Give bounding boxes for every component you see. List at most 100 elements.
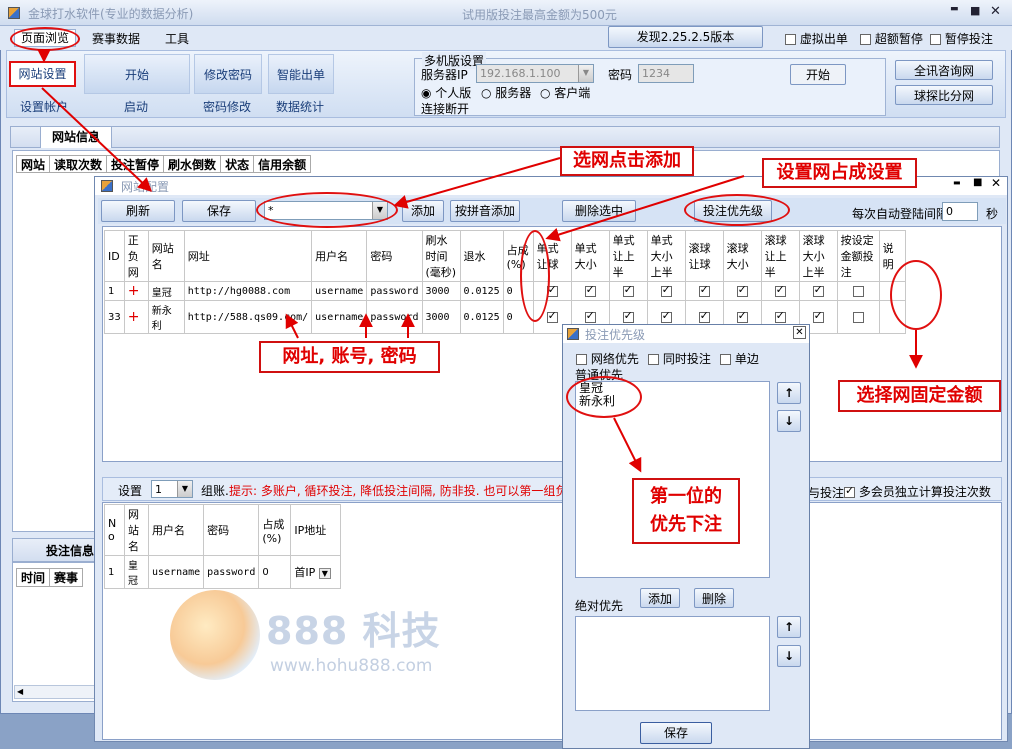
grid-col-header[interactable]: ID bbox=[104, 230, 125, 282]
pause-bet-check[interactable]: 暂停投注 bbox=[930, 30, 993, 47]
grid-cell-name[interactable]: 皇冠 bbox=[147, 281, 185, 301]
minimize-icon[interactable]: ▬ bbox=[950, 4, 959, 14]
sub-grid-col-header[interactable]: No bbox=[104, 504, 125, 556]
tab-tools[interactable]: 工具 bbox=[165, 30, 189, 47]
checkbox-icon[interactable] bbox=[546, 309, 558, 323]
grid-cell-url[interactable]: http://hg0088.com bbox=[183, 281, 313, 301]
start-button[interactable]: 开始 bbox=[84, 54, 190, 94]
grid-col-header[interactable]: 用户名 bbox=[311, 230, 368, 282]
grid-cell-rebate[interactable]: 0.0125 bbox=[459, 300, 504, 334]
site-info-tab[interactable]: 网站信息 bbox=[40, 126, 112, 148]
checkbox-icon[interactable] bbox=[660, 283, 672, 297]
qiutan-button[interactable]: 球探比分网 bbox=[895, 85, 993, 105]
checkbox-icon[interactable] bbox=[698, 283, 710, 297]
checkbox-icon[interactable] bbox=[852, 312, 864, 323]
grid-col-header[interactable]: 密码 bbox=[366, 230, 423, 282]
grid-col-header[interactable]: 滚球让上半 bbox=[760, 230, 800, 282]
abs-priority-list[interactable] bbox=[575, 616, 770, 711]
grid-cell-name[interactable]: 新永利 bbox=[147, 300, 185, 334]
independent-count-check[interactable]: 多会员独立计算投注次数 bbox=[844, 483, 991, 500]
checkbox-icon[interactable] bbox=[774, 309, 786, 323]
grid-col-header[interactable]: 单式大小上半 bbox=[646, 230, 686, 282]
grid-col-header[interactable]: 刷水时间(毫秒) bbox=[421, 230, 461, 282]
grid-col-header[interactable]: 滚球大小上半 bbox=[798, 230, 838, 282]
delete-selected-button[interactable]: 删除选中 bbox=[562, 200, 636, 222]
grid-cell-sign[interactable]: + bbox=[123, 281, 149, 301]
grid-col-header[interactable]: 滚球让球 bbox=[684, 230, 724, 282]
grid-cell-check[interactable] bbox=[608, 281, 648, 301]
checkbox-icon[interactable] bbox=[736, 309, 748, 323]
checkbox-icon[interactable] bbox=[660, 309, 672, 323]
grid-cell-fixed-amount[interactable] bbox=[836, 281, 880, 301]
checkbox-icon[interactable] bbox=[774, 283, 786, 297]
horizontal-scrollbar[interactable]: ◀ bbox=[14, 685, 100, 699]
sub-grid-col-header[interactable]: 用户名 bbox=[147, 504, 205, 556]
sub-grid-col-header[interactable]: 占成(%) bbox=[258, 504, 292, 556]
network-priority-check[interactable]: 网络优先 bbox=[576, 350, 639, 367]
grid-cell-check[interactable] bbox=[684, 281, 724, 301]
grid-cell-sign[interactable]: + bbox=[123, 300, 149, 334]
grid-cell-ms[interactable]: 3000 bbox=[421, 281, 461, 301]
sub-grid-col-header[interactable]: 网站名 bbox=[124, 504, 149, 556]
grid-cell-ms[interactable]: 3000 bbox=[421, 300, 461, 334]
abs-move-down-button[interactable]: ↓ bbox=[777, 645, 801, 667]
server-ip-input[interactable]: 192.168.1.100 ▼ bbox=[476, 64, 594, 83]
chevron-down-icon[interactable]: ▼ bbox=[318, 568, 331, 579]
grid-cell-check[interactable] bbox=[722, 281, 762, 301]
close-icon[interactable]: ✕ bbox=[793, 326, 806, 339]
checkbox-icon[interactable] bbox=[852, 286, 864, 297]
grid-col-header[interactable]: 退水 bbox=[459, 230, 504, 282]
radio-personal[interactable]: ◉ 个人版 bbox=[421, 84, 471, 101]
simultaneous-bet-check[interactable]: 同时投注 bbox=[648, 350, 711, 367]
save-button[interactable]: 保存 bbox=[182, 200, 256, 222]
sub-grid-col-header[interactable]: IP地址 bbox=[290, 504, 342, 556]
radio-client[interactable]: ○ 客户端 bbox=[540, 84, 590, 101]
multi-start-button[interactable]: 开始 bbox=[790, 64, 846, 85]
over-pause-check[interactable]: 超额暂停 bbox=[860, 30, 923, 47]
grid-cell-url[interactable]: http://588.qs09.com/ bbox=[183, 300, 313, 334]
checkbox-icon[interactable] bbox=[736, 283, 748, 297]
single-side-check[interactable]: 单边 bbox=[720, 350, 759, 367]
grid-cell-check[interactable] bbox=[646, 281, 686, 301]
grid-col-header[interactable]: 单式让上半 bbox=[608, 230, 648, 282]
grid-cell-fixed-amount[interactable] bbox=[836, 300, 880, 334]
group-set-combo[interactable]: 1 ▼ bbox=[151, 480, 193, 498]
grid-cell-check[interactable] bbox=[760, 281, 800, 301]
priority-delete-button[interactable]: 删除 bbox=[694, 588, 734, 608]
maximize-icon[interactable]: ■ bbox=[970, 4, 980, 17]
version-button[interactable]: 发现2.25.2.5版本 bbox=[608, 26, 763, 48]
grid-cell-check[interactable] bbox=[570, 281, 610, 301]
grid-col-header[interactable]: 正负网 bbox=[123, 230, 149, 282]
grid-cell-id[interactable]: 1 bbox=[104, 281, 125, 301]
grid-col-header[interactable]: 滚球大小 bbox=[722, 230, 762, 282]
grid-cell-pwd[interactable]: password bbox=[366, 281, 423, 301]
checkbox-icon[interactable] bbox=[698, 309, 710, 323]
add-site-button[interactable]: 添加 bbox=[402, 200, 444, 222]
quanxun-button[interactable]: 全讯咨询网 bbox=[895, 60, 993, 80]
chevron-down-icon[interactable]: ▼ bbox=[177, 481, 192, 497]
checkbox-icon[interactable] bbox=[584, 283, 596, 297]
bet-info-tab[interactable]: 投注信息 bbox=[46, 542, 94, 559]
minimize-icon[interactable]: ▬ bbox=[953, 178, 961, 187]
auto-login-input[interactable]: 0 bbox=[942, 202, 978, 221]
abs-move-up-button[interactable]: ↑ bbox=[777, 616, 801, 638]
tab-match-data[interactable]: 赛事数据 bbox=[92, 30, 140, 47]
move-down-button[interactable]: ↓ bbox=[777, 410, 801, 432]
checkbox-icon[interactable] bbox=[622, 309, 634, 323]
priority-save-button[interactable]: 保存 bbox=[640, 722, 712, 744]
grid-cell-user[interactable]: username bbox=[311, 281, 368, 301]
refresh-button[interactable]: 刷新 bbox=[101, 200, 175, 222]
table-row[interactable]: 1 + 皇冠 http://hg0088.com username password 300… bbox=[104, 281, 906, 301]
maximize-icon[interactable]: ■ bbox=[973, 177, 982, 188]
grid-cell-rebate[interactable]: 0.0125 bbox=[459, 281, 504, 301]
sub-grid-cell-no[interactable]: 1 bbox=[104, 555, 125, 589]
grid-cell-check[interactable] bbox=[798, 281, 838, 301]
close-icon[interactable]: ✕ bbox=[990, 4, 1001, 19]
sub-grid-cell-pwd[interactable]: password bbox=[203, 555, 260, 589]
checkbox-icon[interactable] bbox=[584, 309, 596, 323]
grid-cell-id[interactable]: 33 bbox=[104, 300, 125, 334]
pwd-input[interactable]: 1234 bbox=[638, 64, 694, 83]
radio-server[interactable]: ○ 服务器 bbox=[481, 84, 531, 101]
sub-grid-col-header[interactable]: 密码 bbox=[203, 504, 260, 556]
priority-add-button[interactable]: 添加 bbox=[640, 588, 680, 608]
